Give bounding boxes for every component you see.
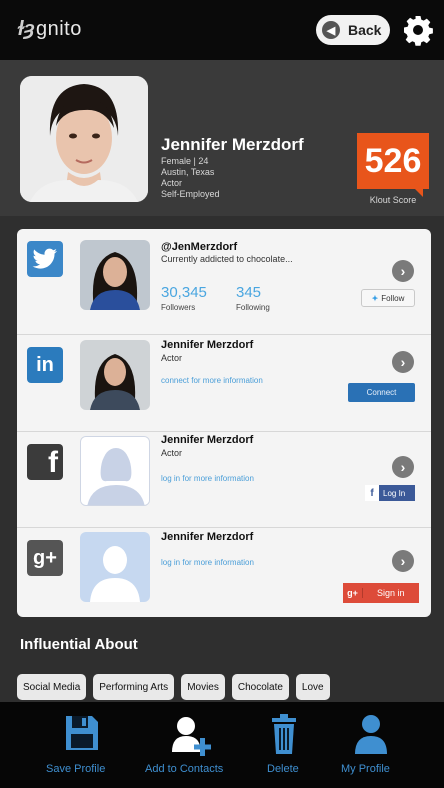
twitter-chevron-right-icon[interactable]: ›: [392, 260, 414, 282]
add-contact-icon: [172, 717, 211, 756]
googleplus-login-link[interactable]: log in for more information: [161, 558, 254, 567]
linkedin-icon: in: [27, 347, 63, 383]
profile-avatar: [20, 76, 148, 202]
twitter-status: Currently addicted to chocolate...: [161, 254, 293, 264]
facebook-chevron-right-icon[interactable]: ›: [392, 456, 414, 478]
twitter-row[interactable]: @JenMerzdorf Currently addicted to choco…: [17, 229, 431, 335]
profile-employment: Self-Employed: [161, 189, 220, 199]
person-icon: [355, 715, 387, 754]
facebook-f-icon: f: [365, 485, 379, 501]
facebook-login-link[interactable]: log in for more information: [161, 474, 254, 483]
delete-label: Delete: [267, 763, 299, 775]
facebook-login-label: Log In: [383, 488, 406, 498]
my-profile-button[interactable]: My Profile: [336, 702, 406, 788]
tag-performing-arts[interactable]: Performing Arts: [93, 674, 175, 700]
delete-button[interactable]: Delete: [260, 702, 310, 788]
linkedin-connect-link[interactable]: connect for more information: [161, 376, 263, 385]
my-profile-label: My Profile: [341, 763, 390, 775]
twitter-handle: @JenMerzdorf: [161, 241, 238, 253]
save-profile-label: Save Profile: [46, 763, 106, 775]
googleplus-chevron-right-icon[interactable]: ›: [392, 550, 414, 572]
save-profile-button[interactable]: Save Profile: [40, 702, 130, 788]
facebook-name: Jennifer Merzdorf: [161, 434, 254, 446]
add-to-contacts-button[interactable]: Add to Contacts: [140, 702, 240, 788]
twitter-avatar: [80, 240, 150, 310]
twitter-icon: [27, 241, 63, 277]
profile-details: Female | 24 Austin, Texas Actor Self-Emp…: [161, 156, 220, 200]
klout-score-label: Klout Score: [369, 195, 417, 205]
facebook-row[interactable]: f Jennifer Merzdorf Actor log in for mor…: [17, 432, 431, 528]
googleplus-g-icon: g+: [343, 588, 363, 598]
social-networks-card: @JenMerzdorf Currently addicted to choco…: [17, 229, 431, 617]
linkedin-name: Jennifer Merzdorf: [161, 339, 254, 351]
tag-love[interactable]: Love: [295, 674, 330, 700]
twitter-following-label: Following: [236, 303, 270, 312]
profile-header: Jennifer Merzdorf Female | 24 Austin, Te…: [0, 60, 444, 216]
linkedin-avatar: [80, 340, 150, 410]
top-bar: ɫȝ gnito ◀ Back: [0, 0, 444, 60]
linkedin-title: Actor: [161, 353, 183, 363]
twitter-bird-icon: ✦: [371, 293, 379, 303]
facebook-avatar-placeholder: [80, 436, 150, 506]
googleplus-row[interactable]: g+ Jennifer Merzdorf log in for more inf…: [17, 528, 431, 617]
back-arrow-icon: ◀: [322, 21, 340, 39]
klout-score-badge[interactable]: 526: [357, 133, 429, 197]
add-to-contacts-label: Add to Contacts: [145, 763, 224, 775]
trash-icon: [272, 714, 296, 754]
twitter-followers-label: Followers: [161, 303, 196, 312]
tag-chocolate[interactable]: Chocolate: [231, 674, 289, 700]
facebook-title: Actor: [161, 448, 183, 458]
profile-gender-age: Female | 24: [161, 156, 209, 166]
logo-text: gnito: [35, 18, 82, 40]
tag-movies[interactable]: Movies: [181, 674, 225, 700]
googleplus-signin-label: Sign in: [377, 588, 405, 598]
googleplus-name: Jennifer Merzdorf: [161, 531, 254, 543]
app-logo: ɫȝ gnito: [18, 18, 82, 41]
facebook-icon: f: [27, 444, 63, 480]
profile-occupation: Actor: [161, 178, 183, 188]
influential-tags: Social Media Performing Arts Movies Choc…: [17, 674, 337, 700]
twitter-follow-button[interactable]: ✦ Follow: [361, 289, 415, 307]
linkedin-row[interactable]: in Jennifer Merzdorf Actor connect for m…: [17, 335, 431, 432]
googleplus-avatar-placeholder: [80, 532, 150, 602]
linkedin-chevron-right-icon[interactable]: ›: [392, 351, 414, 373]
linkedin-connect-button[interactable]: Connect: [348, 383, 415, 402]
profile-name: Jennifer Merzdorf: [161, 135, 304, 154]
twitter-followers-count: 30,345: [161, 284, 207, 301]
twitter-following-count: 345: [236, 284, 262, 301]
influential-about-heading: Influential About: [20, 636, 138, 653]
floppy-disk-icon: [66, 716, 98, 750]
back-button[interactable]: ◀ Back: [316, 15, 390, 45]
profile-location: Austin, Texas: [161, 167, 215, 177]
facebook-login-button[interactable]: f Log In: [365, 485, 415, 501]
back-label: Back: [348, 22, 382, 38]
googleplus-icon: g+: [27, 540, 63, 576]
tag-social-media[interactable]: Social Media: [17, 674, 87, 700]
bottom-toolbar: Save Profile Add to Contacts Delete My P…: [0, 702, 444, 788]
logo-mark-icon: ɫȝ: [18, 18, 35, 40]
follow-label: Follow: [381, 293, 405, 303]
gear-icon[interactable]: [402, 14, 434, 46]
googleplus-signin-button[interactable]: g+ Sign in: [343, 583, 419, 603]
